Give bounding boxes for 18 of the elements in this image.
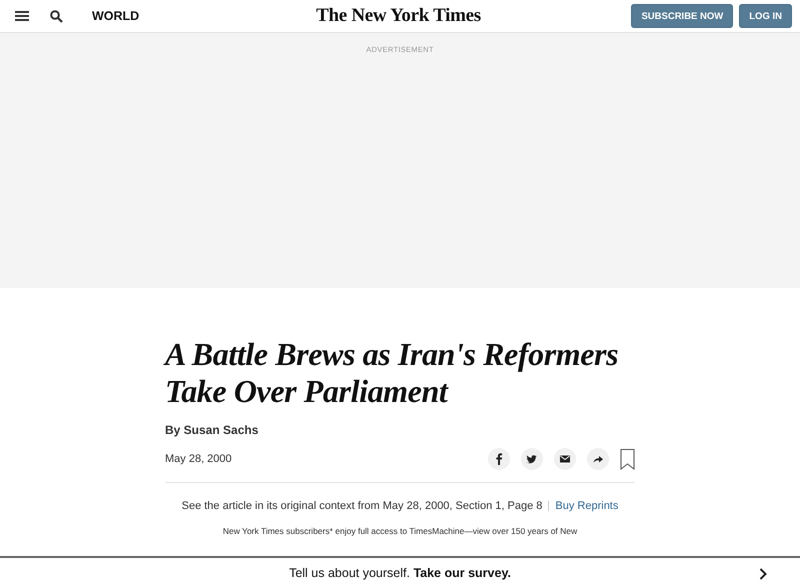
date: May 28, 2000 [165, 453, 232, 465]
survey-text: Tell us about yourself. Take our survey. [289, 566, 511, 580]
chevron-right-icon[interactable] [759, 568, 767, 580]
reprints-link[interactable]: Buy Reprints [555, 500, 618, 512]
login-button[interactable]: LOG IN [739, 4, 792, 28]
bird-icon[interactable] [521, 448, 543, 470]
envelope-icon[interactable] [554, 448, 576, 470]
context-text: See the article in its original context from May 28, 2000, Section 1, Page 8 [182, 500, 542, 512]
bookmark-icon[interactable] [620, 448, 635, 470]
byline: By Susan Sachs [165, 423, 260, 437]
subscribe-button[interactable]: SUBSCRIBE NOW [631, 4, 734, 28]
search-icon[interactable] [50, 10, 63, 22]
facebook-icon[interactable] [488, 448, 510, 470]
subscriber-note: New York Times subscribers* enjoy full access to TimesMachine—view over 150 years of New [222, 526, 578, 536]
site-logo[interactable]: The New York Times [316, 5, 481, 27]
headline: A Battle Brews as Iran's Reformers Take Over Parliament [165, 336, 620, 410]
section-link[interactable]: WORLD [92, 9, 140, 23]
menu-icon[interactable] [15, 10, 29, 22]
